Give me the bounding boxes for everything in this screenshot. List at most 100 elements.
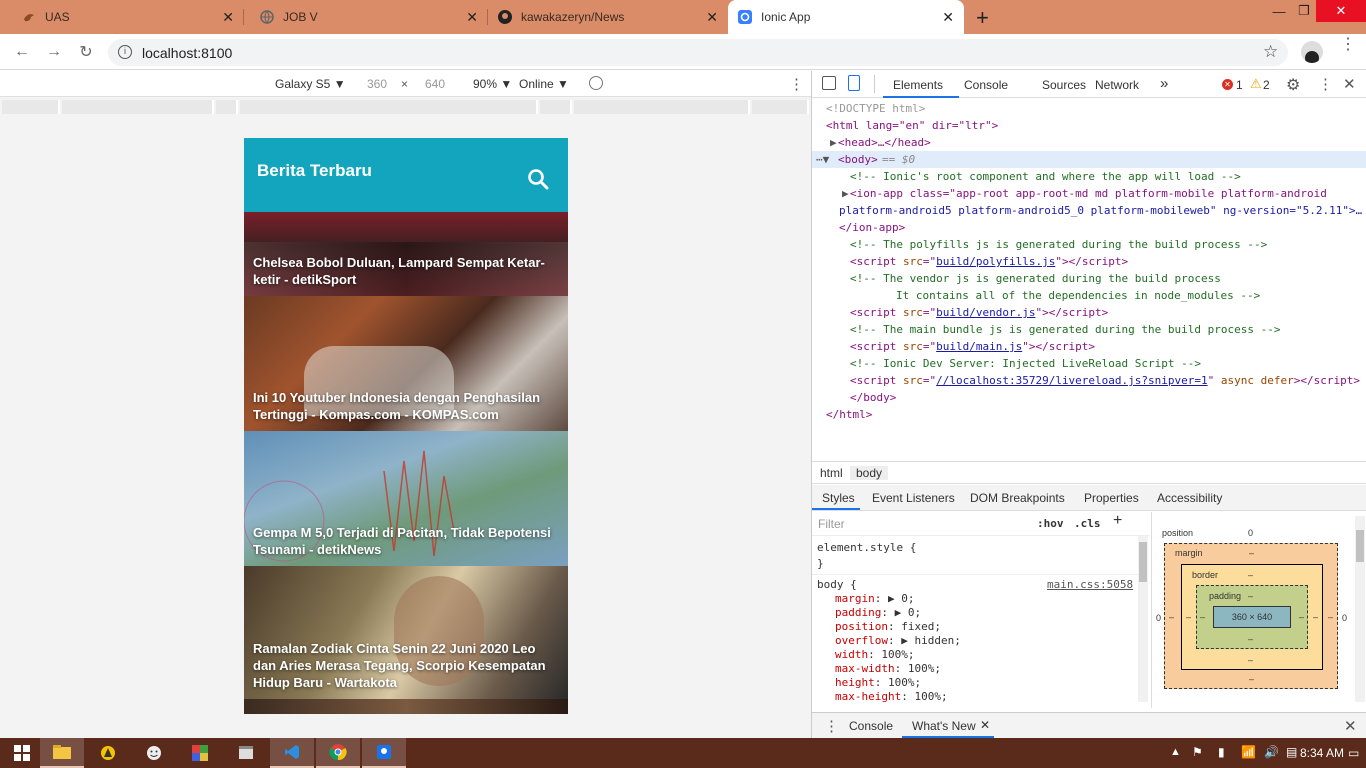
bookmark-star-icon[interactable]: ☆ xyxy=(1263,42,1278,62)
script-src-link[interactable]: build/main.js xyxy=(936,340,1022,353)
news-card[interactable]: Gempa M 5,0 Terjadi di Pacitan, Tidak Be… xyxy=(244,431,568,566)
battery-icon[interactable]: ▮ xyxy=(1218,745,1225,759)
device-width-input[interactable]: 360 xyxy=(367,77,387,91)
reload-icon[interactable]: ↻ xyxy=(74,41,98,63)
box-border-right[interactable]: – xyxy=(1313,612,1318,622)
dom-comment[interactable]: <!-- The polyfills js is generated durin… xyxy=(850,236,1267,253)
node-menu-dots[interactable]: ⋯▼ xyxy=(816,151,829,168)
show-hidden-icons-icon[interactable]: ▲ xyxy=(1170,746,1181,758)
tab-sources[interactable]: Sources xyxy=(1042,78,1086,92)
wifi-icon[interactable]: 📶 xyxy=(1241,745,1256,759)
news-card[interactable] xyxy=(244,699,568,714)
zoom-select[interactable]: 90% ▼ xyxy=(473,77,512,91)
browser-menu-icon[interactable]: ⋮ xyxy=(1340,37,1356,53)
dom-script[interactable]: <script src="build/main.js"></script> xyxy=(850,338,1095,355)
dom-html-close[interactable]: </html> xyxy=(826,406,872,423)
box-margin[interactable]: margin – – – – border – – – – padding – … xyxy=(1164,543,1338,689)
box-padding-left[interactable]: – xyxy=(1200,612,1205,622)
box-padding-top[interactable]: – xyxy=(1248,591,1253,601)
box-margin-left[interactable]: – xyxy=(1169,612,1174,622)
media-query-segment[interactable] xyxy=(2,100,60,114)
expand-arrow-icon[interactable]: ▶ xyxy=(842,185,849,202)
cls-button[interactable]: .cls xyxy=(1074,517,1101,531)
settings-gear-icon[interactable]: ⚙ xyxy=(1286,75,1300,95)
hov-button[interactable]: :hov xyxy=(1037,517,1064,531)
app-triangle-icon[interactable] xyxy=(86,738,130,768)
style-prop[interactable]: max-height: 100%; xyxy=(835,690,961,704)
close-devtools-icon[interactable]: ✕ xyxy=(1343,75,1356,93)
maps-app-icon[interactable] xyxy=(362,738,406,768)
news-card[interactable]: Ini 10 Youtuber Indonesia dengan Penghas… xyxy=(244,296,568,431)
box-padding-bottom[interactable]: – xyxy=(1248,634,1253,644)
dom-comment[interactable]: <!-- The vendor js is generated during t… xyxy=(850,270,1221,287)
breadcrumb-html[interactable]: html xyxy=(814,466,849,480)
back-arrow-icon[interactable]: ← xyxy=(10,41,34,63)
box-margin-top[interactable]: – xyxy=(1249,548,1254,558)
new-style-rule-icon[interactable]: + xyxy=(1113,513,1122,529)
close-window-icon[interactable]: ✕ xyxy=(1316,0,1366,22)
language-icon[interactable]: ▤ xyxy=(1286,745,1297,759)
box-position-right[interactable]: 0 xyxy=(1342,613,1347,623)
dom-body-open[interactable]: <body> xyxy=(838,151,878,168)
browser-tab-ionic-app[interactable]: Ionic App ✕ xyxy=(728,0,964,34)
box-border-left[interactable]: – xyxy=(1186,612,1191,622)
box-border-top[interactable]: – xyxy=(1248,570,1253,580)
close-tab-icon[interactable]: ✕ xyxy=(706,9,718,26)
style-prop[interactable]: height: 100%; xyxy=(835,676,961,690)
vscode-icon[interactable] xyxy=(270,738,314,768)
restore-icon[interactable]: ❐ xyxy=(1290,0,1318,22)
search-icon[interactable] xyxy=(527,168,549,190)
dom-ion-app[interactable]: <ion-app class="app-root app-root-md md … xyxy=(850,185,1327,202)
dom-comment[interactable]: <!-- Ionic Dev Server: Injected LiveRelo… xyxy=(850,355,1201,372)
clock[interactable]: 8:34 AM xyxy=(1300,746,1344,760)
browser-tab-uas[interactable]: UAS ✕ xyxy=(0,0,244,34)
news-card[interactable]: Ramalan Zodiak Cinta Senin 22 Juni 2020 … xyxy=(244,566,568,699)
dom-script[interactable]: <script src="//localhost:35729/livereloa… xyxy=(850,372,1360,389)
smiley-app-icon[interactable] xyxy=(132,738,176,768)
styles-scrollbar[interactable] xyxy=(1138,536,1148,702)
dom-ion-app-close[interactable]: </ion-app> xyxy=(839,219,905,236)
tab-console[interactable]: Console xyxy=(964,78,1008,92)
rule-selector[interactable]: body { xyxy=(817,578,857,592)
subtab-dom-breakpoints[interactable]: DOM Breakpoints xyxy=(970,491,1065,505)
element-style-rule[interactable]: element.style { xyxy=(817,541,916,555)
media-query-segment[interactable] xyxy=(540,100,572,114)
box-model-scrollbar[interactable] xyxy=(1355,516,1365,702)
style-prop[interactable]: overflow: ▶ hidden; xyxy=(835,634,961,648)
close-drawer-icon[interactable]: ✕ xyxy=(1344,717,1357,735)
notifications-icon[interactable]: ▭ xyxy=(1348,746,1359,760)
rotate-icon[interactable] xyxy=(589,76,603,90)
dom-comment[interactable]: <!-- The main bundle js is generated dur… xyxy=(850,321,1280,338)
media-query-segment[interactable] xyxy=(216,100,238,114)
box-border-bottom[interactable]: – xyxy=(1248,655,1253,665)
box-margin-bottom[interactable]: – xyxy=(1249,674,1254,684)
script-src-link[interactable]: build/polyfills.js xyxy=(936,255,1055,268)
script-src-link[interactable]: //localhost:35729/livereload.js?snipver=… xyxy=(936,374,1208,387)
dom-doctype[interactable]: <!DOCTYPE html> xyxy=(826,100,925,117)
dom-html-open[interactable]: <html lang="en" dir="ltr"> xyxy=(826,117,998,134)
box-padding[interactable]: padding – – – – 360 × 640 xyxy=(1196,585,1308,649)
dom-comment-cont[interactable]: It contains all of the dependencies in n… xyxy=(896,287,1260,304)
subtab-event-listeners[interactable]: Event Listeners xyxy=(872,491,955,505)
device-select[interactable]: Galaxy S5 ▼ xyxy=(275,77,346,91)
media-query-segment[interactable] xyxy=(574,100,750,114)
dom-body-close[interactable]: </body> xyxy=(850,389,896,406)
dom-comment[interactable]: <!-- Ionic's root component and where th… xyxy=(850,168,1241,185)
style-prop[interactable]: padding: ▶ 0; xyxy=(835,606,961,620)
device-menu-icon[interactable]: ⋮ xyxy=(789,75,804,93)
profile-avatar[interactable] xyxy=(1301,41,1323,63)
styles-filter-input[interactable]: Filter xyxy=(818,517,845,531)
error-count[interactable]: 1 xyxy=(1236,78,1243,92)
warning-count[interactable]: 2 xyxy=(1263,78,1270,92)
drawer-menu-icon[interactable]: ⋮ xyxy=(824,717,839,735)
close-drawer-tab-icon[interactable]: ✕ xyxy=(980,718,990,732)
windows-start-icon[interactable] xyxy=(0,738,44,768)
info-icon[interactable]: i xyxy=(118,45,132,59)
box-padding-right[interactable]: – xyxy=(1299,612,1304,622)
new-tab-button[interactable]: + xyxy=(976,5,989,31)
drawer-tab-console[interactable]: Console xyxy=(849,719,893,733)
browser-tab-github[interactable]: kawakazeryn/News ✕ xyxy=(488,0,728,34)
box-margin-right[interactable]: – xyxy=(1328,612,1333,622)
box-position-value[interactable]: 0 xyxy=(1248,528,1253,538)
close-tab-icon[interactable]: ✕ xyxy=(466,9,478,26)
